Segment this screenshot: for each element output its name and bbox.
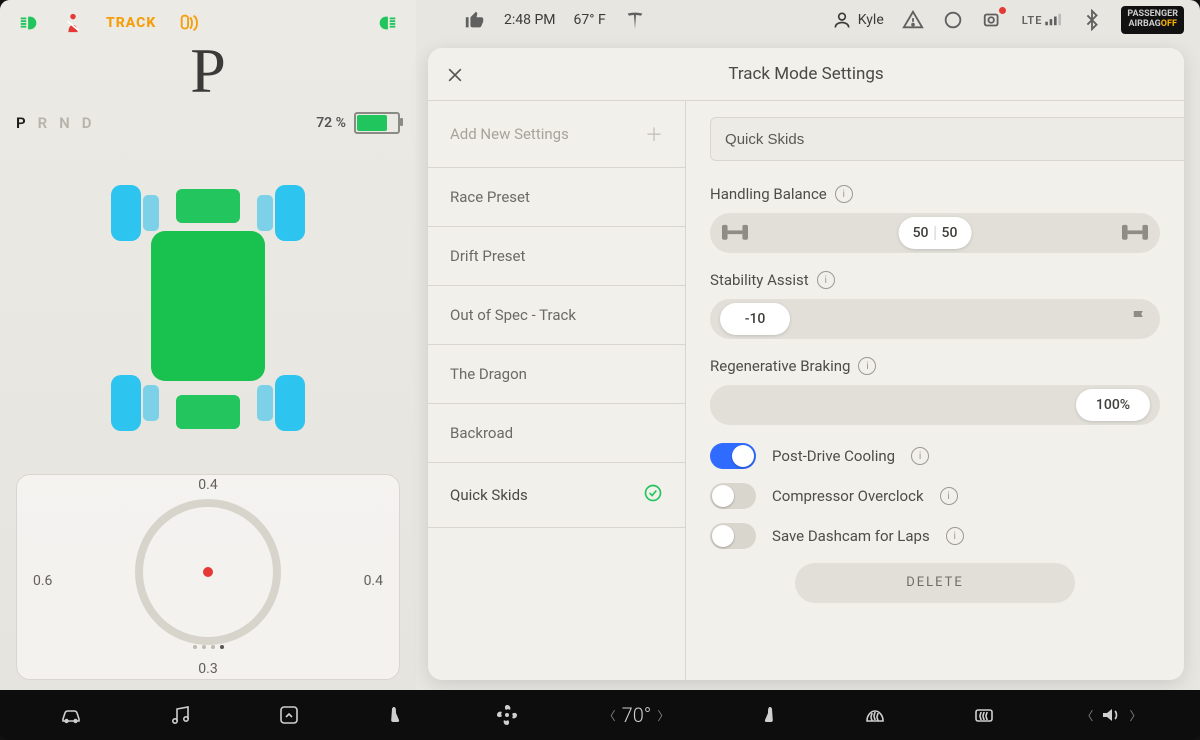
info-icon[interactable]: i bbox=[911, 447, 929, 465]
dashboard-panel: TRACK P P R N D 72 % bbox=[0, 0, 416, 690]
settings-pane: Handling Balance i 5050 bbox=[686, 101, 1184, 680]
plus-icon: ＋ bbox=[645, 121, 663, 147]
info-icon[interactable]: i bbox=[858, 357, 876, 375]
delete-button[interactable]: DELETE bbox=[795, 563, 1075, 603]
front-axle-icon bbox=[722, 223, 748, 243]
sentry-circle-icon[interactable] bbox=[942, 9, 964, 31]
thumbs-up-icon bbox=[464, 9, 486, 31]
checkmark-icon bbox=[643, 483, 663, 507]
preset-add-new[interactable]: Add New Settings ＋ bbox=[428, 101, 685, 168]
prnd-row: P R N D bbox=[16, 114, 92, 132]
dock-music-button[interactable] bbox=[168, 703, 192, 727]
preset-item[interactable]: Race Preset bbox=[428, 168, 685, 227]
handling-balance-value: 5050 bbox=[899, 217, 972, 249]
status-bar: 2:48 PM 67° F Kyle LTE PASSENGER AIR bbox=[448, 0, 1200, 40]
chevron-right-icon[interactable]: 〉 bbox=[1129, 707, 1141, 724]
foglight-icon bbox=[18, 12, 40, 34]
dock-volume-button[interactable]: 〈 〉 bbox=[1081, 703, 1141, 727]
traction-control-off-icon bbox=[178, 12, 200, 34]
bottom-dock: 〈 70° 〉 〈 〉 bbox=[0, 690, 1200, 740]
compressor-overclock-label: Compressor Overclock bbox=[772, 487, 924, 505]
preset-list: Add New Settings ＋ Race Preset Drift Pre… bbox=[428, 101, 686, 680]
seatbelt-warning-icon bbox=[62, 12, 84, 34]
regen-braking-slider[interactable]: 100% bbox=[710, 385, 1160, 425]
dock-fan-button[interactable] bbox=[495, 703, 519, 727]
tesla-logo-icon[interactable] bbox=[624, 9, 646, 31]
dock-car-button[interactable] bbox=[59, 703, 83, 727]
info-icon[interactable]: i bbox=[835, 185, 853, 203]
dock-defrost-rear-button[interactable] bbox=[972, 703, 996, 727]
modal-title: Track Mode Settings bbox=[728, 64, 883, 84]
preset-item[interactable]: Out of Spec - Track bbox=[428, 286, 685, 345]
handling-balance-slider[interactable]: 5050 bbox=[710, 213, 1160, 253]
battery-icon bbox=[354, 112, 400, 134]
dock-defrost-front-button[interactable] bbox=[863, 703, 887, 727]
main-area: Track Mode Settings Add New Settings ＋ R… bbox=[416, 0, 1200, 690]
bluetooth-icon[interactable] bbox=[1081, 9, 1103, 31]
status-time: 2:48 PM bbox=[504, 12, 556, 28]
rear-axle-icon bbox=[1122, 223, 1148, 243]
preset-name-input[interactable] bbox=[710, 117, 1184, 161]
preset-item[interactable]: Drift Preset bbox=[428, 227, 685, 286]
dock-launcher-button[interactable] bbox=[277, 703, 301, 727]
battery-readout[interactable]: 72 % bbox=[316, 112, 400, 134]
save-dashcam-label: Save Dashcam for Laps bbox=[772, 527, 930, 545]
warning-icon[interactable] bbox=[902, 9, 924, 31]
dock-cabin-temp[interactable]: 〈 70° 〉 bbox=[604, 703, 670, 727]
g-value-bottom: 0.3 bbox=[198, 661, 217, 677]
regen-braking-label: Regenerative Braking i bbox=[710, 357, 1160, 375]
save-dashcam-toggle[interactable] bbox=[710, 523, 756, 549]
gear-indicator: P bbox=[16, 34, 400, 108]
chevron-left-icon[interactable]: 〈 bbox=[1081, 707, 1093, 724]
info-icon[interactable]: i bbox=[940, 487, 958, 505]
compressor-overclock-toggle[interactable] bbox=[710, 483, 756, 509]
g-meter-circle bbox=[135, 499, 281, 645]
cell-signal: LTE bbox=[1022, 13, 1064, 27]
track-mode-settings-modal: Track Mode Settings Add New Settings ＋ R… bbox=[428, 48, 1184, 680]
g-value-right: 0.4 bbox=[364, 573, 383, 589]
chevron-left-icon[interactable]: 〈 bbox=[604, 707, 616, 724]
close-button[interactable] bbox=[442, 62, 468, 88]
status-outside-temp: 67° F bbox=[574, 12, 606, 28]
preset-item-selected[interactable]: Quick Skids bbox=[428, 463, 685, 528]
checkered-flag-icon bbox=[1130, 308, 1148, 330]
stability-assist-slider[interactable]: -10 bbox=[710, 299, 1160, 339]
dock-left-seat-button[interactable] bbox=[386, 703, 410, 727]
preset-item[interactable]: Backroad bbox=[428, 404, 685, 463]
g-value-top: 0.4 bbox=[198, 477, 217, 493]
stability-assist-value: -10 bbox=[720, 303, 790, 335]
info-icon[interactable]: i bbox=[817, 271, 835, 289]
regen-braking-value: 100% bbox=[1076, 389, 1150, 421]
post-drive-cooling-toggle[interactable] bbox=[710, 443, 756, 469]
track-mode-label: TRACK bbox=[106, 15, 156, 31]
user-profile-button[interactable]: Kyle bbox=[832, 10, 884, 30]
post-drive-cooling-label: Post-Drive Cooling bbox=[772, 447, 895, 465]
handling-balance-label: Handling Balance i bbox=[710, 185, 1160, 203]
preset-item[interactable]: The Dragon bbox=[428, 345, 685, 404]
stability-assist-label: Stability Assist i bbox=[710, 271, 1160, 289]
dock-right-seat-button[interactable] bbox=[754, 703, 778, 727]
info-icon[interactable]: i bbox=[946, 527, 964, 545]
page-dots[interactable] bbox=[33, 645, 383, 649]
chassis-thermal-view bbox=[16, 134, 400, 474]
chevron-right-icon[interactable]: 〉 bbox=[657, 707, 669, 724]
passenger-airbag-indicator: PASSENGER AIRBAGOFF bbox=[1121, 6, 1184, 34]
dashcam-icon[interactable] bbox=[982, 9, 1004, 31]
g-meter-card[interactable]: 0.4 0.6 0.4 0.3 bbox=[16, 474, 400, 680]
headlight-icon bbox=[376, 12, 398, 34]
g-value-left: 0.6 bbox=[33, 573, 52, 589]
